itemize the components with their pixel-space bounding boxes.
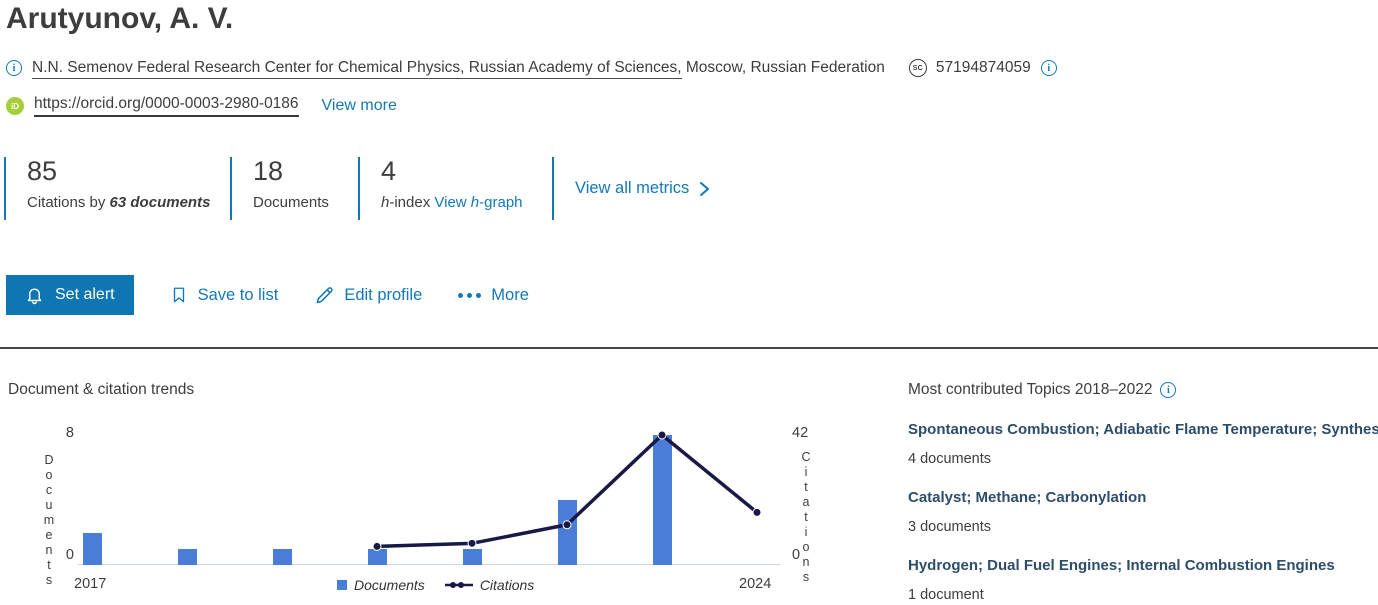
section-divider <box>0 347 1378 349</box>
ellipsis-icon <box>458 293 481 298</box>
documents-value: 18 <box>253 157 358 186</box>
metrics-row: 85 Citations by 63 documents 18 Document… <box>4 157 711 220</box>
set-alert-button[interactable]: Set alert <box>6 275 134 315</box>
scopus-id-value: 57194874059 <box>936 59 1031 77</box>
documents-swatch-icon <box>337 580 347 590</box>
affiliation-link[interactable]: N.N. Semenov Federal Research Center for… <box>32 59 682 79</box>
bell-icon <box>25 286 44 305</box>
author-name: Arutyunov, A. V. <box>6 2 233 36</box>
edit-profile-button[interactable]: Edit profile <box>314 285 422 305</box>
citations-by-documents: 63 documents <box>110 194 211 211</box>
documents-label: Documents <box>253 194 358 211</box>
legend-documents: Documents <box>337 577 425 593</box>
topic-name[interactable]: Catalyst; Methane; Carbonylation <box>908 489 1378 506</box>
pencil-icon <box>314 285 334 305</box>
x-axis-last-label: 2024 <box>739 576 771 592</box>
metric-citations: 85 Citations by 63 documents <box>4 157 230 220</box>
citations-value: 85 <box>27 157 230 186</box>
topic-name[interactable]: Hydrogen; Dual Fuel Engines; Internal Co… <box>908 557 1378 574</box>
info-icon[interactable]: i <box>1041 60 1057 76</box>
document-citation-chart: 8 0 42 0 Documents Citations <box>0 420 850 570</box>
citations-line <box>0 420 850 570</box>
metric-h-index: 4 h-index View h-graph <box>358 157 552 220</box>
chevron-right-icon <box>698 181 711 197</box>
h-index-label: h-index View h-graph <box>381 194 552 211</box>
topic-item: Spontaneous Combustion; Adiabatic Flame … <box>908 421 1378 467</box>
topic-name[interactable]: Spontaneous Combustion; Adiabatic Flame … <box>908 421 1378 438</box>
metric-documents: 18 Documents <box>230 157 358 220</box>
most-contributed-topics: Most contributed Topics 2018–2022 i Spon… <box>908 381 1378 603</box>
view-all-metrics-link[interactable]: View all metrics <box>575 179 711 198</box>
author-profile-page: Arutyunov, A. V. i N.N. Semenov Federal … <box>0 0 1378 605</box>
view-h-graph-link[interactable]: View h-graph <box>434 194 522 211</box>
orcid-row: iD https://orcid.org/0000-0003-2980-0186… <box>6 95 397 117</box>
topic-document-count: 3 documents <box>908 519 1378 535</box>
legend-citations: Citations <box>445 577 534 593</box>
topic-document-count: 4 documents <box>908 451 1378 467</box>
scopus-icon: SC <box>909 59 927 77</box>
info-icon[interactable]: i <box>6 60 22 76</box>
view-more-link[interactable]: View more <box>322 97 397 115</box>
orcid-link[interactable]: https://orcid.org/0000-0003-2980-0186 <box>34 95 299 117</box>
view-all-metrics-block: View all metrics <box>552 157 711 220</box>
scopus-id-group: SC 57194874059 i <box>909 59 1057 77</box>
citations-label: Citations by 63 documents <box>27 194 230 211</box>
citations-line-icon <box>445 580 473 590</box>
topic-item: Catalyst; Methane; Carbonylation 3 docum… <box>908 489 1378 535</box>
chart-title: Document & citation trends <box>8 381 194 399</box>
save-to-list-button[interactable]: Save to list <box>170 285 279 305</box>
affiliation-text: N.N. Semenov Federal Research Center for… <box>32 59 885 77</box>
topic-document-count: 1 document <box>908 587 1378 603</box>
topic-item: Hydrogen; Dual Fuel Engines; Internal Co… <box>908 557 1378 603</box>
h-index-value: 4 <box>381 157 552 186</box>
info-icon[interactable]: i <box>1160 382 1176 398</box>
affiliation-location: Moscow, Russian Federation <box>682 59 885 76</box>
actions-row: Set alert Save to list Edit profile More <box>6 275 529 315</box>
x-axis-first-label: 2017 <box>74 576 106 592</box>
orcid-icon: iD <box>6 97 24 115</box>
bookmark-icon <box>170 285 188 305</box>
topics-title-row: Most contributed Topics 2018–2022 i <box>908 381 1378 399</box>
chart-legend: Documents Citations <box>337 577 534 593</box>
topics-title: Most contributed Topics 2018–2022 <box>908 381 1152 399</box>
more-button[interactable]: More <box>458 286 529 305</box>
affiliation-row: i N.N. Semenov Federal Research Center f… <box>6 59 1057 77</box>
